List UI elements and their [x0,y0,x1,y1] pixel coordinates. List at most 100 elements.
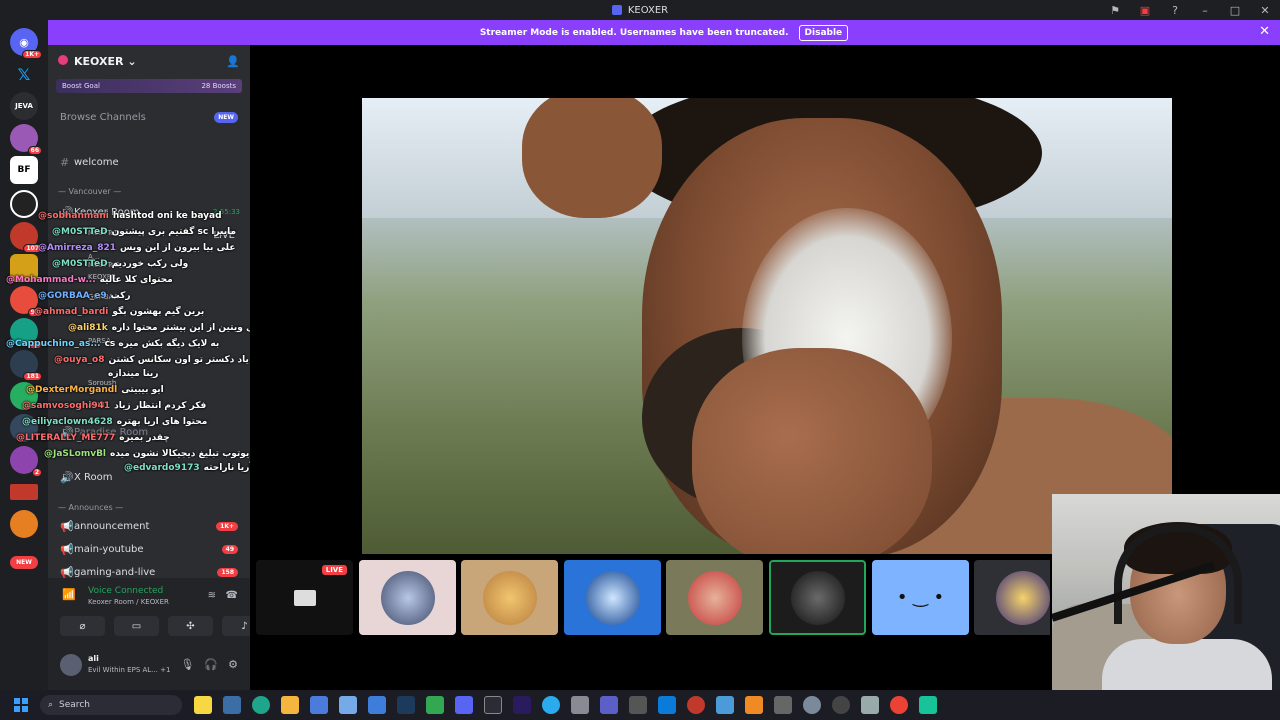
edge-icon[interactable] [252,696,270,714]
maximize-button[interactable]: □ [1220,4,1250,17]
add-member-icon[interactable]: 👤 [226,55,240,68]
channel-main-youtube[interactable]: 📢 main-youtube 49 [48,540,250,558]
stream-video[interactable] [362,98,1172,554]
activities-button[interactable]: ✣ [168,616,213,636]
disconnect-icon[interactable]: ☎ [226,590,238,601]
close-window-button[interactable]: ✕ [1250,4,1280,17]
category-vancouver[interactable]: — Vancouver — [58,187,121,196]
sticky-notes-icon[interactable] [194,696,212,714]
server-icon-16[interactable] [10,510,38,538]
server-header[interactable]: KEOXER ⌄ 👤 [48,45,250,77]
x-server-icon[interactable]: 𝕏 [10,60,38,88]
participant-tile-speaking[interactable] [769,560,866,635]
app-icon[interactable] [658,696,676,714]
chat-line: @ahmad_bardi برین گیم بهشون بگو [34,307,204,317]
help-icon[interactable]: ? [1160,4,1190,17]
channel-welcome[interactable]: # welcome [48,153,250,171]
app-icon[interactable] [368,696,386,714]
premiere-icon[interactable] [513,696,531,714]
megaphone-icon: 📢 [60,542,74,556]
app-icon[interactable] [919,696,937,714]
avatar [995,570,1050,625]
app-icon[interactable] [774,696,792,714]
discord-home-icon[interactable]: ◉ 1K+ [10,28,42,59]
app-icon[interactable] [861,696,879,714]
jeva-server-icon[interactable]: JEVA [10,92,38,120]
windows-start-icon[interactable] [14,698,28,712]
new-servers-pill[interactable]: NEW [10,556,38,569]
screen-share-icon[interactable]: ▣ [1130,4,1160,17]
server-icon-4[interactable]: 66 [10,124,42,155]
window-title-group: KEOXER [611,5,668,16]
channel-announcement[interactable]: 📢 announcement 1K+ [48,517,250,535]
gear-icon[interactable]: ⚙ [228,658,238,671]
chat-msg: علی بیا بیرون از این ویس [120,243,236,253]
app-icon[interactable] [629,696,647,714]
chat-msg: چقدر بمیره [119,433,170,443]
participant-tile-stream[interactable]: LIVE [256,560,353,635]
minimize-button[interactable]: – [1190,4,1220,17]
username[interactable]: ali [88,654,99,663]
app-icon[interactable] [426,696,444,714]
chat-user: @Mohammad-w... [6,275,96,285]
camera-off-button[interactable]: ⌀ [60,616,105,636]
server-badge-4: 66 [27,146,42,155]
avatar[interactable] [60,654,82,676]
chat-msg: آریا ناراحته [203,463,253,473]
screen-share-button[interactable]: ▭ [114,616,159,636]
disable-button[interactable]: Disable [798,24,849,41]
chat-user: @ali81k [68,323,108,333]
teams-icon[interactable] [600,696,618,714]
megaphone-icon: 📢 [60,565,74,579]
unread-badge: 49 [221,544,238,554]
discord-icon[interactable] [455,696,473,714]
server-avatar-icon [58,54,68,65]
category-announces[interactable]: — Announces — [58,503,123,512]
search-icon: ⌕ [48,700,54,710]
discord-app: KEOXER ⚑ ▣ ? – □ ✕ Streamer Mode is enab… [0,0,1280,720]
settings-icon[interactable] [803,696,821,714]
telegram-icon[interactable] [542,696,560,714]
participant-tile[interactable] [564,560,661,635]
chrome-icon[interactable] [890,696,908,714]
channel-welcome-label: welcome [74,156,119,168]
chevron-down-icon: ⌄ [127,54,137,68]
store-icon[interactable] [310,696,328,714]
voice-location[interactable]: Keoxer Room / KEOXER [88,598,169,606]
app-icon[interactable] [484,696,502,714]
chat-user: @eiliyaclown4628 [22,417,113,427]
app-icon[interactable] [571,696,589,714]
chat-user: @LITERALLY_ME777 [16,433,116,443]
browse-channels[interactable]: Browse Channels NEW [48,99,250,135]
app-icon[interactable] [716,696,734,714]
close-icon[interactable]: ✕ [1259,24,1270,39]
video-hand-head [522,98,662,218]
chat-line: @M0STTeD ولی رکب خوردیم [52,259,188,269]
app-icon[interactable] [339,696,357,714]
voice-connected-status[interactable]: Voice Connected [88,586,163,596]
chat-line: @ali81k اوپل ویتین از این بیشتر محتوا دار… [68,323,266,333]
bf-server-icon[interactable]: BF [10,156,38,184]
media-icon[interactable] [832,696,850,714]
signal-icon[interactable]: 📶 [62,588,76,602]
taskbar-search[interactable]: ⌕ Search [40,695,182,715]
server-icon-15[interactable] [10,484,38,500]
headphones-icon[interactable]: 🎧 [204,658,218,671]
app-icon[interactable] [745,696,763,714]
participant-tile[interactable] [974,560,1050,635]
avatar: • ‿ • [896,587,945,608]
microphone-icon[interactable]: 🎙 [180,658,194,671]
participant-tile[interactable] [461,560,558,635]
participant-tile[interactable]: • ‿ • [872,560,969,635]
task-view-icon[interactable] [223,696,241,714]
boost-goal-bar[interactable]: Boost Goal 28 Boosts [56,79,242,93]
steam-icon[interactable] [397,696,415,714]
inbox-icon[interactable]: ⚑ [1100,4,1130,17]
maps-icon[interactable] [687,696,705,714]
chat-line: @Amirreza_821 علی بیا بیرون از این ویس [38,243,236,253]
chat-msg: محتوا های اریا بهتره [116,417,208,427]
participant-tile[interactable] [666,560,763,635]
noise-suppression-icon[interactable]: ≋ [208,590,216,601]
participant-tile[interactable] [359,560,456,635]
file-explorer-icon[interactable] [281,696,299,714]
